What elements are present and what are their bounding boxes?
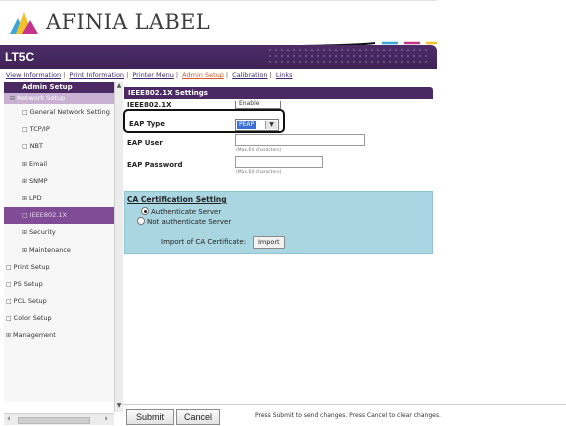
sidebar-item-email[interactable]: ⊞ Email xyxy=(4,156,114,173)
panel-title: IEEE802.1X Settings xyxy=(124,87,433,99)
logo-text: AFINIA LABEL xyxy=(46,10,210,34)
sidebar-vertical-scrollbar[interactable]: ▲ ▼ xyxy=(114,82,123,412)
afinia-logo-icon xyxy=(10,12,38,34)
eap-user-hint: (Max.64 characters) xyxy=(236,148,282,153)
sidebar-item-security[interactable]: ⊞ Security xyxy=(4,224,114,241)
page-icon: □ xyxy=(22,212,28,220)
scroll-thumb[interactable] xyxy=(18,417,90,424)
eap-user-label: EAP User xyxy=(127,139,163,147)
page-icon: □ xyxy=(22,126,28,134)
radio-not-authenticate-server[interactable]: Not authenticate Server xyxy=(137,217,231,226)
page-icon: □ xyxy=(6,315,12,323)
sidebar-item-nbt[interactable]: □ NBT xyxy=(4,138,114,155)
sidebar-item-pcl-setup[interactable]: □ PCL Setup xyxy=(4,293,114,310)
page-icon: □ xyxy=(6,280,12,288)
ieee-label: IEEE802.1X xyxy=(127,101,172,109)
sidebar-item-ps-setup[interactable]: □ PS Setup xyxy=(4,276,114,293)
radio-unselected-icon[interactable] xyxy=(137,217,145,225)
expand-icon: ⊞ xyxy=(6,332,12,340)
printer-model: LT5C xyxy=(5,50,35,64)
top-divider xyxy=(0,0,437,1)
eap-password-hint: (Max.64 characters) xyxy=(236,170,282,175)
footer-divider xyxy=(122,404,566,405)
page-icon: □ xyxy=(6,263,12,271)
sidebar-item-ieee8021x[interactable]: □ IEEE802.1X xyxy=(4,207,114,225)
sidebar-item-maintenance[interactable]: ⊞ Maintenance xyxy=(4,242,114,259)
top-navigation: View Information | Print Information | Pri… xyxy=(6,71,293,79)
header-pattern xyxy=(267,47,427,67)
nav-calibration[interactable]: Calibration xyxy=(232,71,267,79)
footer-message: Press Submit to send changes. Press Canc… xyxy=(255,412,441,419)
ca-section-title: CA Certification Setting xyxy=(127,195,227,204)
ca-certification-section: CA Certification Setting Authenticate Se… xyxy=(124,191,433,254)
header-bar: LT5C xyxy=(0,45,437,69)
eap-password-label: EAP Password xyxy=(127,161,183,169)
nav-print-information[interactable]: Print Information xyxy=(69,71,124,79)
sidebar: Admin Setup ⊟ Network Setup □ General Netw… xyxy=(4,82,115,402)
expand-icon: ⊞ xyxy=(22,246,28,254)
scroll-up-icon[interactable]: ▲ xyxy=(115,82,123,92)
sidebar-horizontal-scrollbar[interactable]: ‹ › xyxy=(4,413,114,425)
sidebar-item-tcpip[interactable]: □ TCP/IP xyxy=(4,121,114,138)
ieee-select[interactable]: Enable xyxy=(235,100,281,109)
expand-icon: ⊞ xyxy=(22,160,28,168)
cancel-button[interactable]: Cancel xyxy=(176,409,220,425)
collapse-icon: ⊟ xyxy=(10,95,16,102)
import-button[interactable]: Import xyxy=(253,236,285,249)
sidebar-item-snmp[interactable]: ⊞ SNMP xyxy=(4,173,114,190)
import-ca-label: Import of CA Certificate: xyxy=(161,238,247,246)
radio-authenticate-server[interactable]: Authenticate Server xyxy=(141,207,221,216)
page-icon: □ xyxy=(22,143,28,151)
sidebar-item-general-network[interactable]: □ General Network Setting xyxy=(4,104,114,121)
sidebar-item-lpd[interactable]: ⊞ LPD xyxy=(4,190,114,207)
nav-view-information[interactable]: View Information xyxy=(6,71,61,79)
sidebar-header: Admin Setup xyxy=(4,82,114,93)
page-icon: □ xyxy=(22,109,28,116)
eap-user-input[interactable] xyxy=(235,134,365,146)
submit-button[interactable]: Submit xyxy=(126,409,174,425)
eap-type-highlight-box xyxy=(123,109,285,133)
radio-selected-icon[interactable] xyxy=(141,207,149,215)
sidebar-item-print-setup[interactable]: □ Print Setup xyxy=(4,259,114,276)
expand-icon: ⊞ xyxy=(22,229,28,237)
sidebar-section-network-setup[interactable]: ⊟ Network Setup xyxy=(4,93,114,104)
scroll-right-icon[interactable]: › xyxy=(104,414,108,424)
sidebar-item-management[interactable]: ⊞ Management xyxy=(4,327,114,344)
eap-password-input[interactable] xyxy=(235,156,323,168)
nav-admin-setup[interactable]: Admin Setup xyxy=(182,71,224,79)
nav-links[interactable]: Links xyxy=(276,71,293,79)
nav-printer-menu[interactable]: Printer Menu xyxy=(132,71,174,79)
expand-icon: ⊞ xyxy=(22,194,28,202)
sidebar-item-color-setup[interactable]: □ Color Setup xyxy=(4,310,114,327)
page-icon: □ xyxy=(6,298,12,306)
scroll-left-icon[interactable]: ‹ xyxy=(7,414,11,424)
expand-icon: ⊞ xyxy=(22,177,28,185)
